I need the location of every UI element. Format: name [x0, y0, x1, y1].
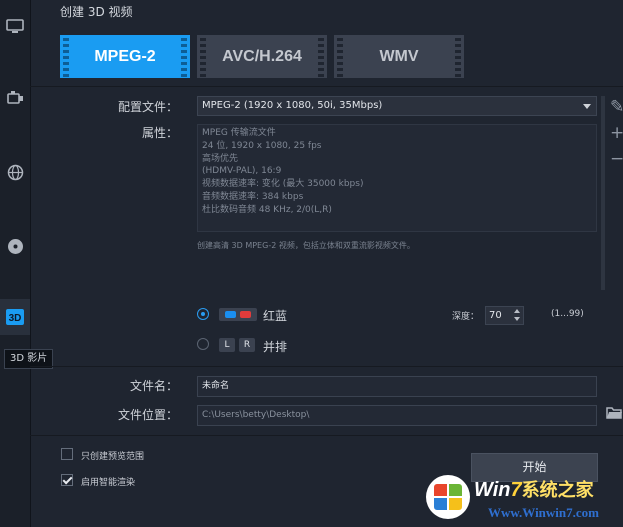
brand-seven: 7	[510, 479, 522, 501]
profile-select[interactable]: MPEG-2 (1920 x 1080, 50i, 35Mbps)	[197, 96, 597, 116]
anaglyph-label: 红蓝	[263, 309, 288, 323]
smart-render-label: 启用智能渲染	[81, 478, 136, 488]
remove-profile-icon[interactable]: −	[610, 150, 623, 168]
preview-range-checkbox[interactable]	[61, 448, 73, 460]
chevron-down-icon	[583, 104, 591, 109]
device-icon[interactable]	[0, 80, 30, 116]
stepper-down-icon[interactable]	[514, 317, 520, 321]
watermark-url: Www.Winwin7.com	[488, 505, 599, 520]
side-by-side-label: 并排	[263, 340, 288, 354]
depth-value: 70	[489, 310, 502, 321]
tab-label: WMV	[379, 47, 419, 65]
preview-range-label: 只创建预览范围	[81, 452, 145, 462]
edit-profile-icon[interactable]: ✎	[610, 98, 623, 116]
tab-label: AVC/H.264	[222, 47, 302, 65]
blue-lens	[225, 311, 236, 318]
3d-icon-text: 3D	[9, 313, 22, 324]
page-title: 创建 3D 视频	[60, 5, 133, 19]
properties-label: 属性：	[141, 126, 178, 140]
smart-render-checkbox[interactable]	[61, 474, 73, 486]
profile-value: MPEG-2 (1920 x 1080, 50i, 35Mbps)	[202, 100, 383, 111]
property-line: 视频数据速率: 变化 (最大 35000 kbps)	[202, 179, 364, 190]
property-line: 高场优先	[202, 153, 239, 164]
monitor-icon[interactable]	[0, 8, 30, 44]
location-label: 文件位置：	[117, 408, 178, 422]
location-input[interactable]: C:\Users\betty\Desktop\	[197, 405, 597, 426]
property-line: 音频数据速率: 384 kbps	[202, 191, 304, 202]
brand-cn: 系统之家	[521, 480, 594, 500]
watermark: Win7系统之家 Www.Winwin7.com	[424, 470, 623, 527]
add-profile-icon[interactable]: +	[610, 124, 623, 142]
tab-label: MPEG-2	[94, 47, 156, 65]
location-value: C:\Users\betty\Desktop\	[202, 410, 310, 420]
property-line: 24 位, 1920 x 1080, 25 fps	[202, 140, 322, 151]
filename-value: 未命名	[202, 381, 230, 391]
side-by-side-radio[interactable]	[197, 338, 209, 350]
brand-win: Win	[474, 479, 511, 501]
property-line: MPEG 传输流文件	[202, 128, 276, 138]
left-badge: L	[219, 338, 235, 352]
divider	[30, 86, 623, 87]
scrollbar[interactable]	[601, 96, 605, 290]
red-lens	[240, 311, 251, 318]
tab-wmv[interactable]: WMV	[334, 35, 464, 78]
property-line: 杜比数码音频 48 KHz, 2/0(L,R)	[202, 204, 332, 215]
watermark-brand: Win7系统之家	[474, 476, 594, 502]
anaglyph-glasses-icon	[219, 308, 257, 321]
folder-icon[interactable]	[606, 405, 623, 421]
tab-mpeg2[interactable]: MPEG-2	[60, 35, 190, 78]
3d-icon[interactable]: 3D	[0, 299, 30, 335]
right-badge: R	[239, 338, 255, 352]
depth-range: (1...99)	[551, 309, 584, 319]
divider	[30, 366, 623, 367]
divider	[30, 435, 623, 436]
properties-box: MPEG 传输流文件 24 位, 1920 x 1080, 25 fps 高场优…	[197, 124, 597, 232]
windows-logo-icon	[426, 475, 470, 519]
stepper-up-icon[interactable]	[514, 309, 520, 313]
depth-stepper[interactable]: 70	[485, 306, 524, 325]
tab-avc[interactable]: AVC/H.264	[197, 35, 327, 78]
filename-label: 文件名：	[129, 379, 178, 393]
profile-label: 配置文件：	[117, 100, 178, 114]
profile-description: 创建高清 3D MPEG-2 视频，包括立体和双重流影视频文件。	[197, 241, 415, 250]
globe-icon[interactable]	[0, 154, 30, 190]
filename-input[interactable]: 未命名	[197, 376, 597, 397]
anaglyph-radio[interactable]	[197, 308, 209, 320]
depth-label: 深度：	[452, 312, 480, 322]
disc-icon[interactable]	[0, 228, 30, 264]
property-line: (HDMV-PAL), 16:9	[202, 166, 282, 177]
sidebar: 3D	[0, 0, 31, 527]
